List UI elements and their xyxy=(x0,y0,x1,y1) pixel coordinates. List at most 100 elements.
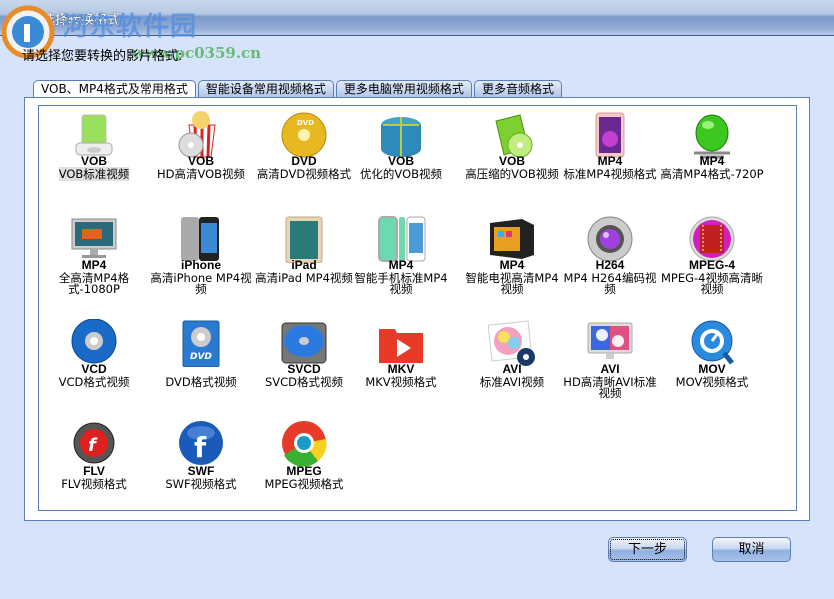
format-label: AVI xyxy=(600,362,620,376)
format-item[interactable]: MPEG MPEG视频格式 xyxy=(250,416,358,516)
format-description-text: MKV视频格式 xyxy=(365,375,437,389)
format-tabs: VOB、MP4格式及常用格式 智能设备常用视频格式 更多电脑常用视频格式 更多音… xyxy=(33,80,564,99)
format-item[interactable]: MP4 高清MP4格式-720P xyxy=(658,106,766,206)
camera-lens-icon xyxy=(587,216,633,262)
format-item[interactable]: VCD VCD格式视频 xyxy=(40,314,148,414)
format-label: AVI xyxy=(502,362,522,376)
format-description-text: 全高清MP4格式-1080P xyxy=(58,271,130,296)
format-item[interactable]: MPEG-4 MPEG-4视频高清晰视频 xyxy=(658,210,766,310)
iphone-icon xyxy=(181,217,219,261)
format-description: 标准AVI视频 xyxy=(458,375,566,389)
format-label: MP4 xyxy=(388,258,414,272)
tab-pc-video[interactable]: 更多电脑常用视频格式 xyxy=(335,80,472,98)
format-item[interactable]: VOB 高压缩的VOB视频 xyxy=(458,106,566,206)
blue-cd-icon xyxy=(71,319,117,364)
format-description: SWF视频格式 xyxy=(147,478,255,490)
format-description: 高清MP4格式-720P xyxy=(658,168,766,180)
format-item[interactable]: MP4 全高清MP4格式-1080P xyxy=(40,210,148,310)
green-globe-icon xyxy=(694,114,730,159)
format-item[interactable]: SVCD SVCD格式视频 xyxy=(250,314,358,414)
format-description: MP4 H264编码视频 xyxy=(556,271,664,296)
format-description: 高清iPad MP4视频 xyxy=(250,272,358,284)
format-item[interactable]: f SWF SWF视频格式 xyxy=(147,416,255,516)
chrome-icon xyxy=(282,421,327,467)
format-item[interactable]: f FLV FLV视频格式 xyxy=(40,416,148,516)
format-label: VCD xyxy=(81,362,107,376)
format-item[interactable]: DVD DVD格式视频 xyxy=(147,314,255,414)
quicktime-icon xyxy=(691,320,734,365)
ipad-icon xyxy=(285,216,323,263)
format-label: MKV xyxy=(387,362,415,376)
tab-audio[interactable]: 更多音频格式 xyxy=(473,80,562,98)
film-strip-icon xyxy=(689,216,735,262)
format-item[interactable]: VOB HD高清VOB视频 xyxy=(147,106,255,206)
format-label: MP4 xyxy=(699,154,725,168)
format-description-text: 智能手机标准MP4视频 xyxy=(354,271,448,296)
format-label: FLV xyxy=(83,464,105,478)
flash-icon: f xyxy=(73,422,115,464)
format-label: MOV xyxy=(698,362,726,376)
format-item[interactable]: MOV MOV视频格式 xyxy=(658,314,766,414)
format-description-text: 高压缩的VOB视频 xyxy=(465,167,559,181)
format-description: MOV视频格式 xyxy=(658,375,766,389)
cancel-button[interactable]: 取消 xyxy=(712,537,791,562)
display-icon xyxy=(587,322,633,359)
tablet-icon xyxy=(595,112,625,158)
format-label: MPEG xyxy=(286,464,322,478)
format-label: iPhone xyxy=(180,258,221,272)
format-item[interactable]: AVI 标准AVI视频 xyxy=(458,314,566,414)
format-label: MP4 xyxy=(597,154,623,168)
format-description-text: MPEG-4视频高清晰视频 xyxy=(660,271,763,296)
format-description: 标准MP4视频格式 xyxy=(556,168,664,180)
red-play-folder-icon xyxy=(379,329,423,363)
prompt-label: 请选择您要转换的影片格式: xyxy=(22,49,183,64)
format-description: VOB标准视频 xyxy=(40,167,148,181)
format-item[interactable]: MP4 智能手机标准MP4视频 xyxy=(347,210,455,310)
smartphone-icon xyxy=(378,216,426,262)
green-drive-icon xyxy=(75,114,113,156)
format-description-text: FLV视频格式 xyxy=(61,477,127,491)
format-description-text: HD高清VOB视频 xyxy=(156,167,246,181)
format-description-text: DVD格式视频 xyxy=(165,375,237,389)
format-description: 高清DVD视频格式 xyxy=(250,167,358,181)
gold-dvd-icon: DVD xyxy=(281,112,327,158)
format-item[interactable]: MP4 智能电视高清MP4视频 xyxy=(458,210,566,310)
format-item[interactable]: MKV MKV视频格式 xyxy=(347,314,455,414)
format-label: MP4 xyxy=(499,258,525,272)
format-description: 优化的VOB视频 xyxy=(347,167,455,181)
format-description-text: 高清iPhone MP4视频 xyxy=(150,271,252,296)
photos-icon xyxy=(487,320,535,366)
format-description-text: 标准AVI视频 xyxy=(479,375,545,389)
format-item[interactable]: iPhone 高清iPhone MP4视频 xyxy=(147,210,255,310)
monitor-icon xyxy=(71,218,117,258)
format-item[interactable]: H264 MP4 H264编码视频 xyxy=(556,210,664,310)
svg-text:DVD: DVD xyxy=(190,352,212,362)
format-label: MPEG-4 xyxy=(688,258,735,272)
facebook-icon: f xyxy=(179,421,223,465)
format-description-text: MP4 H264编码视频 xyxy=(563,271,657,296)
format-item[interactable]: VOB VOB标准视频 xyxy=(40,106,148,206)
smart-tv-icon xyxy=(490,219,534,259)
format-description: VCD格式视频 xyxy=(40,376,148,388)
tab-smart-devices[interactable]: 智能设备常用视频格式 xyxy=(197,80,334,98)
format-item[interactable]: MP4 标准MP4视频格式 xyxy=(556,106,664,206)
next-button[interactable]: 下一步 xyxy=(608,537,687,562)
format-label: MP4 xyxy=(81,258,107,272)
format-item[interactable]: DVD DVD 高清DVD视频格式 xyxy=(250,106,358,206)
dvd-case-icon: DVD xyxy=(182,320,220,367)
watermark: 河东软件园 xyxy=(62,12,198,42)
format-item[interactable]: VOB 优化的VOB视频 xyxy=(347,106,455,206)
format-description-text: 优化的VOB视频 xyxy=(359,167,443,181)
format-description-text: MOV视频格式 xyxy=(675,375,749,389)
format-list[interactable]: VOB VOB标准视频 VOB HD高清VOB视频 DVD DVD 高清DVD视频格式 VOB… xyxy=(38,105,797,511)
format-description: FLV视频格式 xyxy=(40,477,148,491)
tab-panel: VOB VOB标准视频 VOB HD高清VOB视频 DVD DVD 高清DVD视频格式 VOB… xyxy=(24,97,810,521)
format-item[interactable]: AVI HD高清晰AVI标准视频 xyxy=(556,314,664,414)
format-item[interactable]: iPad 高清iPad MP4视频 xyxy=(250,210,358,310)
format-description: SVCD格式视频 xyxy=(250,376,358,388)
format-description: 全高清MP4格式-1080P xyxy=(40,271,148,296)
format-description: 高压缩的VOB视频 xyxy=(458,167,566,181)
format-description: 智能手机标准MP4视频 xyxy=(347,271,455,296)
format-description-text: 智能电视高清MP4视频 xyxy=(465,271,559,296)
format-description-text: 高清DVD视频格式 xyxy=(256,167,352,181)
